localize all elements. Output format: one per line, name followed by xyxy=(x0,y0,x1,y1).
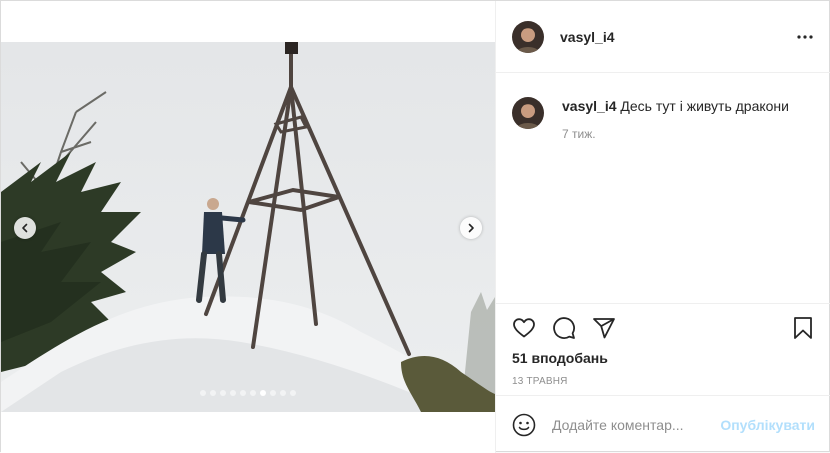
carousel-indicator xyxy=(1,390,495,396)
author-username[interactable]: vasyl_i4 xyxy=(560,29,615,45)
avatar[interactable] xyxy=(512,97,544,129)
caption-comment: vasyl_i4 Десь тут і живуть дракони 7 тиж… xyxy=(512,97,812,143)
paper-plane-icon xyxy=(593,318,615,339)
more-options-button[interactable] xyxy=(795,27,815,47)
carousel-next-button[interactable] xyxy=(460,217,482,239)
caption-text: Десь тут і живуть дракони xyxy=(620,98,789,114)
add-comment-bar: Опублікувати xyxy=(496,395,830,453)
user-avatar-icon xyxy=(512,97,544,129)
emoji-button[interactable] xyxy=(512,413,536,437)
carousel-dot xyxy=(230,390,236,396)
carousel-dot xyxy=(200,390,206,396)
action-icons xyxy=(512,316,616,340)
bookmark-icon xyxy=(794,317,812,339)
post-header: vasyl_i4 xyxy=(496,1,830,73)
caption-body: vasyl_i4 Десь тут і живуть дракони 7 тиж… xyxy=(562,97,789,143)
carousel-prev-button[interactable] xyxy=(14,217,36,239)
carousel-dot xyxy=(260,390,266,396)
post-media xyxy=(1,1,495,453)
chevron-right-icon xyxy=(468,223,474,233)
post-side-panel: vasyl_i4 vasyl_i4 Десь тут і живуть драк… xyxy=(495,1,830,453)
user-avatar-icon xyxy=(512,20,544,53)
instagram-post: vasyl_i4 vasyl_i4 Десь тут і живуть драк… xyxy=(0,0,830,453)
post-date[interactable]: 13 ТРАВНЯ xyxy=(512,376,568,387)
carousel-dot xyxy=(270,390,276,396)
carousel-dot xyxy=(210,390,216,396)
caption-timestamp[interactable]: 7 тиж. xyxy=(562,125,789,143)
publish-button[interactable]: Опублікувати xyxy=(720,417,815,433)
share-button[interactable] xyxy=(592,316,616,340)
comment-input[interactable] xyxy=(552,416,720,433)
avatar[interactable] xyxy=(512,20,544,53)
more-horizontal-icon xyxy=(797,35,813,39)
carousel-dot xyxy=(250,390,256,396)
carousel-dot xyxy=(240,390,246,396)
heart-icon xyxy=(513,318,535,338)
save-button[interactable] xyxy=(791,316,815,340)
smiley-icon xyxy=(512,413,536,436)
mountain-summit-photo xyxy=(1,42,495,412)
carousel-dot xyxy=(220,390,226,396)
like-button[interactable] xyxy=(512,316,536,340)
post-photo[interactable] xyxy=(1,42,495,412)
comment-button[interactable] xyxy=(552,316,576,340)
caption-username[interactable]: vasyl_i4 xyxy=(562,98,617,114)
carousel-dot xyxy=(290,390,296,396)
likes-count[interactable]: 51 вподобань xyxy=(512,350,608,366)
carousel-dot xyxy=(280,390,286,396)
comment-icon xyxy=(553,317,575,339)
chevron-left-icon xyxy=(22,223,28,233)
